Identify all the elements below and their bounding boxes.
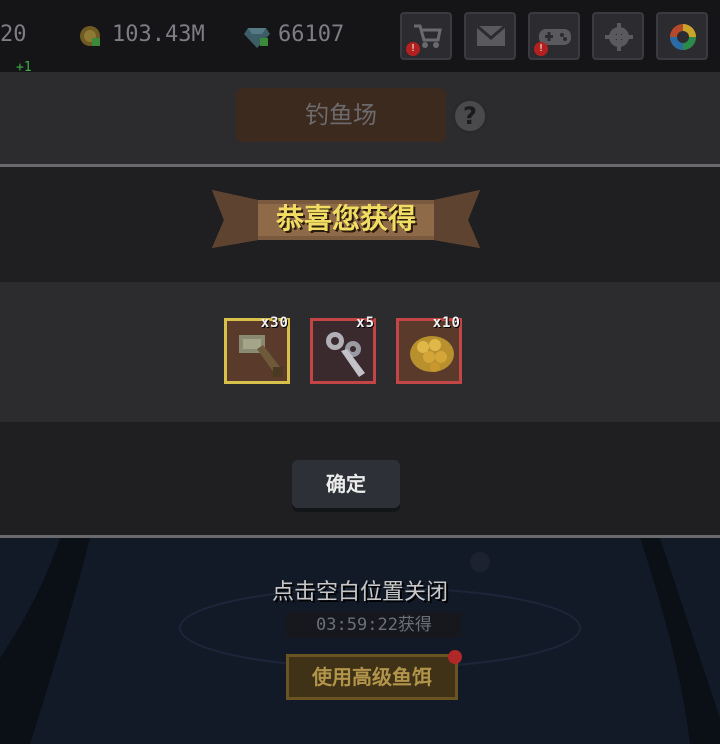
gear-icon xyxy=(604,22,634,56)
shop-button[interactable]: ! xyxy=(400,12,452,60)
gold-coin-icon xyxy=(78,24,102,52)
gem-icon xyxy=(244,26,270,52)
resource-partial-value: 20 xyxy=(0,22,27,47)
confirm-button[interactable]: 确定 xyxy=(292,460,400,508)
mail-envelope-icon xyxy=(476,24,506,52)
gold-amount: 103.43M xyxy=(112,22,205,47)
reward-item-golden-scales[interactable]: x10 xyxy=(396,315,462,384)
close-hint: 点击空白位置关闭 xyxy=(271,580,448,605)
settings-button[interactable] xyxy=(592,12,644,60)
mail-button[interactable] xyxy=(464,12,516,60)
top-bar: 20 103.43M 66107 ! ! +1 xyxy=(0,0,720,75)
help-icon[interactable]: ? xyxy=(452,98,488,134)
modal-title: 恭喜您获得 xyxy=(275,202,416,235)
use-premium-bait-button[interactable]: 使用高级鱼饵 xyxy=(286,654,458,700)
golden-scales-icon xyxy=(410,336,454,372)
shop-alert-badge: ! xyxy=(406,42,420,56)
page-title-plate: 钓鱼场 xyxy=(236,88,446,142)
gamepad-alert-badge: ! xyxy=(534,42,548,56)
hammer-icon xyxy=(239,335,283,377)
color-wheel-icon xyxy=(668,22,698,56)
reward-qty: x5 xyxy=(356,315,375,331)
fishing-scene-background[interactable] xyxy=(0,538,720,744)
color-wheel-button[interactable] xyxy=(656,12,708,60)
wrench-icon xyxy=(326,332,365,377)
bait-alert-badge xyxy=(448,650,462,664)
gem-amount: 66107 xyxy=(278,22,345,47)
gamepad-button[interactable]: ! xyxy=(528,12,580,60)
page-title: 钓鱼场 xyxy=(305,101,377,129)
reward-item-hammer[interactable]: x30 xyxy=(224,315,290,384)
bait-timer: 03:59:22获得 xyxy=(286,612,462,638)
reward-qty: x30 xyxy=(260,315,289,331)
reward-qty: x10 xyxy=(432,315,461,331)
reward-item-wrench[interactable]: x5 xyxy=(310,315,376,384)
